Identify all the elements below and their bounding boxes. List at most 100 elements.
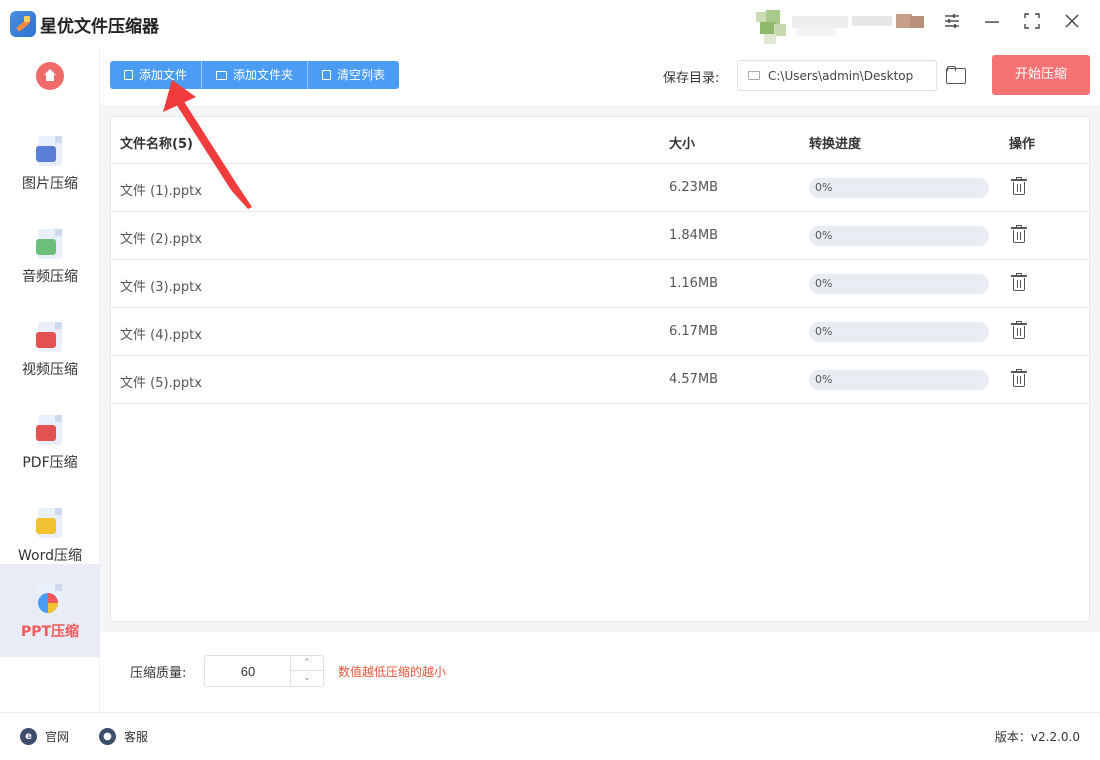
folder-icon — [748, 71, 760, 80]
quality-panel: 压缩质量: ⌃ ⌄ 数值越低压缩的越小 — [100, 632, 1100, 712]
add-file-label: 添加文件 — [139, 68, 188, 82]
quality-hint: 数值越低压缩的越小 — [338, 665, 447, 679]
quality-stepper[interactable]: ⌃ ⌄ — [204, 655, 324, 687]
table-row[interactable]: 文件 (2).pptx 1.84MB 0% — [111, 212, 1089, 260]
app-logo-icon — [10, 11, 36, 37]
save-dir-label: 保存目录: — [663, 71, 720, 86]
file-name: 文件 (1).pptx — [120, 184, 202, 199]
file-size: 1.84MB — [669, 228, 719, 243]
file-table: 文件名称(5) 大小 转换进度 操作 文件 (1).pptx 6.23MB 0% 文件… — [110, 116, 1090, 622]
progress-bar: 0% — [809, 178, 989, 198]
progress-bar: 0% — [809, 322, 989, 342]
add-folder-label: 添加文件夹 — [233, 68, 294, 82]
image-icon — [36, 136, 64, 166]
video-icon — [36, 322, 64, 352]
maximize-icon — [1024, 13, 1040, 29]
start-compress-button[interactable]: 开始压缩 — [992, 55, 1090, 95]
table-row[interactable]: 文件 (4).pptx 6.17MB 0% — [111, 308, 1089, 356]
maximize-button[interactable] — [1020, 12, 1044, 36]
trash-icon — [322, 70, 332, 80]
col-size-header: 大小 — [669, 137, 696, 152]
table-row[interactable]: 文件 (1).pptx 6.23MB 0% — [111, 164, 1089, 212]
file-size: 6.17MB — [669, 324, 719, 339]
col-action-header: 操作 — [1009, 137, 1036, 152]
file-name: 文件 (3).pptx — [120, 280, 202, 295]
close-icon — [1065, 14, 1079, 28]
clear-list-label: 清空列表 — [337, 68, 386, 82]
user-avatar-blurred[interactable] — [756, 10, 926, 44]
file-icon — [124, 70, 133, 80]
sidebar-item-ppt[interactable]: PPT压缩 — [0, 564, 100, 657]
file-size: 4.57MB — [669, 372, 719, 387]
sidebar-item-label: 音频压缩 — [22, 269, 78, 285]
settings-button[interactable] — [940, 12, 964, 36]
file-button-group: 添加文件 添加文件夹 清空列表 — [110, 61, 400, 89]
quality-label: 压缩质量: — [130, 666, 187, 681]
ppt-icon — [36, 584, 64, 614]
chat-icon: ● — [99, 728, 116, 745]
sidebar-item-audio[interactable]: 音频压缩 — [0, 209, 100, 302]
sidebar: 图片压缩 音频压缩 视频压缩 PDF压缩 Word压缩 PPT压缩 — [0, 48, 100, 712]
save-dir-input[interactable]: C:\Users\admin\Desktop — [737, 60, 937, 91]
progress-text: 0% — [815, 373, 833, 386]
delete-row-icon[interactable] — [1011, 321, 1027, 339]
sidebar-item-label: 视频压缩 — [22, 362, 78, 378]
sidebar-item-image[interactable]: 图片压缩 — [0, 116, 100, 209]
delete-row-icon[interactable] — [1011, 369, 1027, 387]
save-dir-path: C:\Users\admin\Desktop — [768, 69, 914, 83]
col-name-header: 文件名称(5) — [120, 137, 193, 152]
file-size: 1.16MB — [669, 276, 719, 291]
clear-list-button[interactable]: 清空列表 — [308, 61, 399, 89]
minimize-icon — [985, 21, 999, 23]
file-name: 文件 (2).pptx — [120, 232, 202, 247]
file-size: 6.23MB — [669, 180, 719, 195]
version-text: 版本：v2.2.0.0 — [994, 730, 1080, 744]
progress-text: 0% — [815, 181, 833, 194]
pdf-icon — [36, 415, 64, 445]
delete-row-icon[interactable] — [1011, 177, 1027, 195]
progress-text: 0% — [815, 229, 833, 242]
file-name: 文件 (5).pptx — [120, 376, 202, 391]
music-icon — [36, 229, 64, 259]
support-link[interactable]: ● 客服 — [99, 728, 148, 745]
table-row[interactable]: 文件 (5).pptx 4.57MB 0% — [111, 356, 1089, 404]
progress-bar: 0% — [809, 226, 989, 246]
folder-icon — [216, 70, 228, 80]
add-file-button[interactable]: 添加文件 — [110, 61, 203, 89]
title-bar: 星优文件压缩器 — [0, 0, 1100, 48]
sidebar-item-pdf[interactable]: PDF压缩 — [0, 395, 100, 488]
footer: e 官网 ● 客服 版本：v2.2.0.0 — [0, 712, 1100, 760]
add-folder-button[interactable]: 添加文件夹 — [202, 61, 309, 89]
app-title: 星优文件压缩器 — [40, 17, 159, 37]
delete-row-icon[interactable] — [1011, 225, 1027, 243]
website-label: 官网 — [45, 730, 70, 744]
sidebar-item-label: PPT压缩 — [20, 624, 80, 640]
col-progress-header: 转换进度 — [809, 137, 862, 152]
sliders-icon — [945, 14, 959, 28]
progress-text: 0% — [815, 277, 833, 290]
close-button[interactable] — [1060, 12, 1084, 36]
word-icon — [36, 508, 64, 538]
sidebar-item-label: PDF压缩 — [22, 455, 78, 471]
file-name: 文件 (4).pptx — [120, 328, 202, 343]
progress-bar: 0% — [809, 370, 989, 390]
browse-folder-icon[interactable] — [946, 66, 966, 84]
delete-row-icon[interactable] — [1011, 273, 1027, 291]
chevron-down-icon[interactable]: ⌄ — [291, 671, 323, 686]
separator — [100, 622, 1100, 632]
sidebar-item-label: 图片压缩 — [22, 176, 78, 192]
support-label: 客服 — [124, 730, 149, 744]
progress-bar: 0% — [809, 274, 989, 294]
website-link[interactable]: e 官网 — [20, 728, 69, 745]
minimize-button[interactable] — [980, 12, 1004, 36]
progress-text: 0% — [815, 325, 833, 338]
sidebar-item-label: Word压缩 — [18, 548, 82, 564]
chevron-up-icon[interactable]: ⌃ — [291, 656, 323, 671]
sidebar-item-video[interactable]: 视频压缩 — [0, 302, 100, 395]
quality-input[interactable] — [205, 656, 291, 686]
home-icon[interactable] — [36, 62, 64, 90]
browser-icon: e — [20, 728, 37, 745]
table-header: 文件名称(5) 大小 转换进度 操作 — [111, 117, 1089, 164]
table-row[interactable]: 文件 (3).pptx 1.16MB 0% — [111, 260, 1089, 308]
quality-spin: ⌃ ⌄ — [290, 656, 323, 686]
